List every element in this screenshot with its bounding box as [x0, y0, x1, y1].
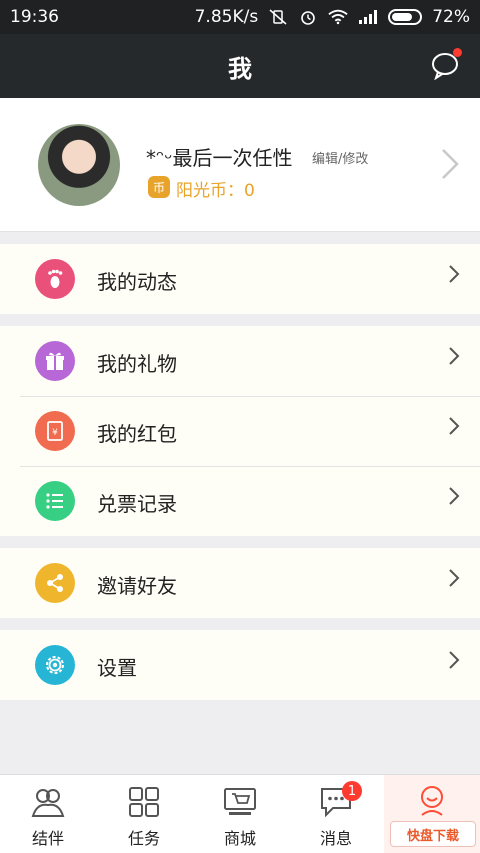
tab-companions[interactable]: 结伴: [0, 775, 96, 853]
avatar[interactable]: [38, 124, 120, 206]
notification-dot: [453, 48, 462, 57]
title-bar: 我: [0, 34, 480, 98]
tab-label: 任务: [127, 829, 160, 848]
menu-item-label: 兑票记录: [97, 492, 177, 516]
gear-icon: [35, 645, 75, 685]
menu-item-my-activity[interactable]: 我的动态: [0, 244, 480, 314]
menu-item-label: 我的礼物: [97, 352, 177, 376]
page-title: 我: [228, 54, 252, 83]
companions-icon: [31, 785, 65, 819]
chevron-right-icon: [448, 648, 460, 678]
bottom-tab-bar: 结伴 任务 商城 消息 1 快盘下载: [0, 774, 480, 853]
wifi-icon: [328, 9, 348, 25]
alarm-icon: [298, 9, 318, 25]
tab-messages[interactable]: 消息 1: [288, 775, 384, 853]
coin-balance: 阳光币：0: [176, 181, 255, 201]
edit-profile-link[interactable]: 编辑/修改: [312, 148, 368, 167]
status-bar: 19:36 7.85K/s 72%: [0, 0, 480, 34]
chevron-right-icon: [448, 344, 460, 374]
menu-item-invite-friends[interactable]: 邀请好友: [0, 548, 480, 618]
grid-icon: [127, 785, 161, 819]
signal-icon: [358, 9, 378, 25]
watermark-logo: 快盘下载: [390, 821, 476, 847]
red-envelope-icon: ¥: [35, 411, 75, 451]
battery-icon: [388, 9, 423, 25]
menu-item-label: 我的红包: [97, 422, 177, 446]
list-icon: [35, 481, 75, 521]
footprint-icon: [35, 259, 75, 299]
chevron-right-icon: [440, 148, 460, 188]
battery-percent: 72%: [432, 7, 470, 27]
menu-group-settings: 设置: [0, 630, 480, 700]
menu-item-my-red-envelope[interactable]: ¥ 我的红包: [0, 396, 480, 466]
menu-item-label: 我的动态: [97, 270, 177, 294]
menu-item-label: 设置: [97, 656, 137, 680]
chevron-right-icon: [448, 484, 460, 514]
tab-label: 结伴: [31, 829, 64, 848]
chevron-right-icon: [448, 262, 460, 292]
menu-item-settings[interactable]: 设置: [0, 630, 480, 700]
gift-icon: [35, 341, 75, 381]
tab-label: 消息: [319, 829, 352, 848]
menu-group-activity: 我的动态: [0, 244, 480, 314]
profile-card[interactable]: *ᵔᵕ最后一次任性 编辑/修改 币 阳光币：0: [0, 98, 480, 232]
chevron-right-icon: [448, 414, 460, 444]
network-speed: 7.85K/s: [194, 7, 259, 27]
vibrate-off-icon: [268, 9, 288, 25]
person-icon: [415, 785, 449, 819]
chat-button[interactable]: [430, 48, 462, 81]
share-icon: [35, 563, 75, 603]
menu-item-my-gifts[interactable]: 我的礼物: [0, 326, 480, 396]
coin-icon: 币: [148, 176, 170, 198]
nickname: *ᵔᵕ最后一次任性: [146, 146, 293, 170]
unread-badge: 1: [342, 781, 362, 801]
menu-item-label: 邀请好友: [97, 574, 177, 598]
status-indicators: 7.85K/s 72%: [195, 7, 470, 27]
menu-group-rewards: 我的礼物 ¥ 我的红包 兑票记录: [0, 326, 480, 536]
tab-label: 商城: [223, 829, 256, 848]
status-time: 19:36: [10, 7, 59, 27]
tab-me[interactable]: 快盘下载: [384, 775, 480, 853]
chevron-right-icon: [448, 566, 460, 596]
tab-shop[interactable]: 商城: [192, 775, 288, 853]
tab-tasks[interactable]: 任务: [96, 775, 192, 853]
shop-icon: [223, 785, 257, 819]
menu-group-invite: 邀请好友: [0, 548, 480, 618]
menu-item-ticket-records[interactable]: 兑票记录: [0, 466, 480, 536]
svg-text:¥: ¥: [52, 428, 58, 438]
